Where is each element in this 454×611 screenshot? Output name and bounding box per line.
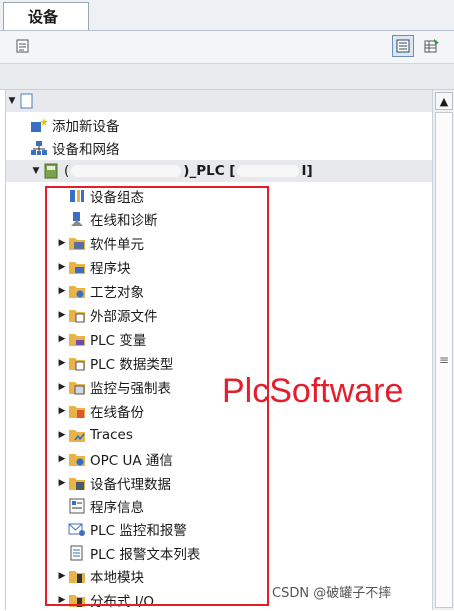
tree-item-online-diagnostics[interactable]: 在线和诊断 — [56, 208, 158, 230]
tree-item-label: 在线备份 — [90, 405, 144, 421]
device-config-icon — [68, 188, 86, 204]
plc-device-row[interactable]: ▼ ( )_PLC [ I] — [6, 160, 433, 182]
folder-icon — [68, 331, 86, 347]
expand-arrow-icon[interactable]: ▶ — [56, 310, 68, 320]
annotation-text: PlcSoftware — [222, 372, 404, 410]
tree-item-plc-alarms[interactable]: PLC 监控和报警 — [56, 518, 187, 540]
tree-item-software-units[interactable]: ▶ 软件单元 — [56, 232, 144, 254]
tree-item-label: OPC UA 通信 — [90, 453, 173, 469]
spacer-bar — [0, 64, 454, 90]
tree-item-device-proxy-data[interactable]: ▶ 设备代理数据 — [56, 472, 171, 494]
folder-icon — [68, 427, 86, 443]
project-tree[interactable]: ▼ 添加新设备 设备和网络 ▼ ( )_PLC [ I] 设备组态 在线和诊断 … — [5, 90, 433, 610]
device-ip-redacted — [237, 165, 300, 177]
tree-item-label: 本地模块 — [90, 570, 144, 586]
add-new-device-row[interactable]: 添加新设备 — [30, 114, 120, 136]
tree-item-program-info[interactable]: 程序信息 — [56, 495, 144, 517]
devices-networks-row[interactable]: 设备和网络 — [30, 137, 120, 159]
expand-arrow-icon[interactable]: ▶ — [56, 286, 68, 296]
device-name-prefix: ( — [64, 163, 70, 179]
tree-item-label: 程序块 — [90, 261, 131, 277]
tree-item-label: 分布式 I/O — [90, 594, 154, 610]
tree-item-opcua[interactable]: ▶ OPC UA 通信 — [56, 448, 173, 470]
tree-item-technology-objects[interactable]: ▶ 工艺对象 — [56, 280, 144, 302]
tree-item-label: 设备组态 — [90, 190, 144, 206]
properties-icon[interactable] — [12, 35, 34, 57]
expand-arrow-icon[interactable]: ▶ — [56, 334, 68, 344]
tree-item-distributed-io[interactable]: ▶ 分布式 I/O — [56, 589, 154, 611]
folder-icon — [68, 235, 86, 251]
alarm-icon — [68, 521, 86, 537]
tree-item-plc-data-types[interactable]: ▶ PLC 数据类型 — [56, 352, 174, 374]
tree-item-label: PLC 变量 — [90, 333, 147, 349]
plc-icon — [42, 163, 60, 179]
network-icon — [30, 140, 48, 156]
device-name-redacted — [71, 165, 182, 177]
diagnostics-icon — [68, 211, 86, 227]
device-name-middle: )_PLC [ — [183, 163, 236, 179]
tree-item-label: 软件单元 — [90, 237, 144, 253]
tree-item-label: 添加新设备 — [52, 119, 120, 135]
tree-item-label: 监控与强制表 — [90, 381, 171, 397]
tree-item-traces[interactable]: ▶ Traces — [56, 424, 133, 446]
overview-grid-icon[interactable] — [421, 35, 443, 57]
expand-arrow-icon[interactable]: ▶ — [56, 406, 68, 416]
expand-arrow-icon[interactable]: ▶ — [56, 571, 68, 581]
tree-item-label: 设备代理数据 — [90, 477, 171, 493]
expand-arrow-icon[interactable]: ▼ — [30, 166, 42, 176]
tree-item-program-blocks[interactable]: ▶ 程序块 — [56, 256, 131, 278]
expand-arrow-icon[interactable]: ▶ — [56, 478, 68, 488]
expand-arrow-icon[interactable]: ▶ — [56, 430, 68, 440]
folder-icon — [68, 475, 86, 491]
folder-icon — [68, 451, 86, 467]
project-name-redacted — [40, 95, 158, 107]
tree-item-label: 工艺对象 — [90, 285, 144, 301]
tree-item-local-modules[interactable]: ▶ 本地模块 — [56, 565, 144, 587]
expand-arrow-icon[interactable]: ▶ — [56, 595, 68, 605]
program-info-icon — [68, 498, 86, 514]
tree-item-label: Traces — [90, 427, 133, 443]
folder-icon — [68, 355, 86, 371]
toolbar — [0, 31, 454, 64]
folder-icon — [68, 283, 86, 299]
tree-item-label: PLC 报警文本列表 — [90, 547, 201, 563]
folder-icon — [68, 259, 86, 275]
vertical-scrollbar[interactable]: ▲ ≡ — [432, 90, 454, 610]
project-icon — [18, 93, 36, 109]
tab-strip: 设备 — [0, 0, 454, 31]
expand-arrow-icon[interactable]: ▶ — [56, 262, 68, 272]
tree-item-label: PLC 数据类型 — [90, 357, 174, 373]
tree-item-alarm-text-lists[interactable]: PLC 报警文本列表 — [56, 542, 200, 564]
tree-item-watch-force-tables[interactable]: ▶ 监控与强制表 — [56, 376, 171, 398]
tab-devices[interactable]: 设备 — [3, 2, 89, 30]
tree-item-external-sources[interactable]: ▶ 外部源文件 — [56, 304, 158, 326]
expand-arrow-icon[interactable]: ▶ — [56, 382, 68, 392]
add-device-icon — [30, 117, 48, 133]
tree-item-device-config[interactable]: 设备组态 — [56, 185, 144, 207]
scroll-thumb[interactable]: ≡ — [435, 112, 453, 608]
text-list-icon — [68, 545, 86, 561]
tree-item-label: PLC 监控和报警 — [90, 523, 187, 539]
expand-arrow-icon[interactable]: ▶ — [56, 454, 68, 464]
project-root-row[interactable]: ▼ — [6, 90, 433, 112]
tree-item-label: 外部源文件 — [90, 309, 158, 325]
expand-arrow-icon[interactable]: ▼ — [6, 96, 18, 106]
folder-icon — [68, 379, 86, 395]
expand-arrow-icon[interactable]: ▶ — [56, 238, 68, 248]
watermark: CSDN @破罐子不摔 — [272, 582, 392, 601]
folder-icon — [68, 592, 86, 608]
tree-item-plc-tags[interactable]: ▶ PLC 变量 — [56, 328, 147, 350]
details-view-icon[interactable] — [392, 35, 414, 57]
folder-icon — [68, 568, 86, 584]
folder-icon — [68, 403, 86, 419]
tree-item-label: 程序信息 — [90, 500, 144, 516]
scroll-up-icon[interactable]: ▲ — [435, 92, 453, 110]
folder-icon — [68, 307, 86, 323]
tree-item-label: 设备和网络 — [52, 142, 120, 158]
expand-arrow-icon[interactable]: ▶ — [56, 358, 68, 368]
device-name-suffix: I] — [301, 163, 313, 179]
tree-item-label: 在线和诊断 — [90, 213, 158, 229]
tree-item-online-backups[interactable]: ▶ 在线备份 — [56, 400, 144, 422]
